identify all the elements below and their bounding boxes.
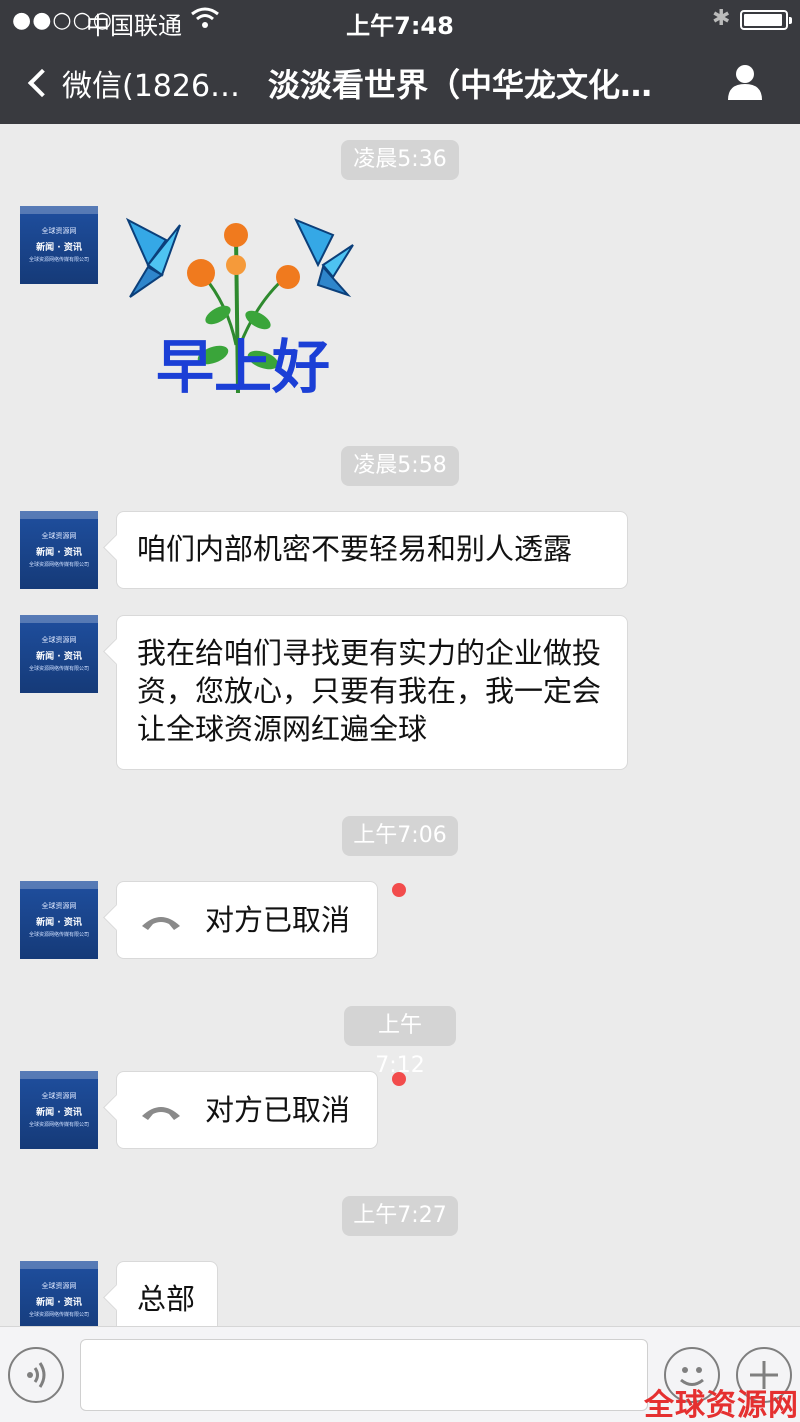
voice-icon	[27, 1362, 46, 1388]
avatar-text-3: 全球资源网络传媒有限公司	[28, 562, 89, 568]
message-bubble[interactable]: 咱们内部机密不要轻易和别人透露	[116, 511, 628, 589]
unread-dot	[392, 1072, 406, 1086]
avatar-text-3: 全球资源网络传媒有限公司	[28, 932, 89, 938]
sticker-text: 早上好	[156, 333, 330, 400]
avatar-text-2: 新闻 · 资讯	[36, 548, 82, 558]
avatar[interactable]: 全球资源网 新闻 · 资讯 全球资源网络传媒有限公司	[20, 1071, 98, 1149]
good-morning-sticker[interactable]: 早上好	[118, 205, 368, 400]
profile-icon[interactable]	[726, 64, 764, 100]
avatar-shine	[20, 511, 98, 519]
butterfly-left-icon	[125, 217, 181, 298]
top-bar: ●●○○○ 中国联通 上午7:48 ✱ 微信(1826… 淡淡看世界（中华龙文化…	[0, 0, 800, 124]
avatar-text-1: 全球资源网	[41, 636, 77, 644]
message-bubble[interactable]: 我在给咱们寻找更有实力的企业做投资，您放心，只要有我在，我一定会让全球资源网红遍…	[116, 615, 628, 770]
avatar-text-1: 全球资源网	[41, 227, 77, 235]
back-label: 微信(1826…	[62, 69, 241, 104]
message-text: 咱们内部机密不要轻易和别人透露	[137, 532, 573, 566]
avatar-text-1: 全球资源网	[41, 1092, 77, 1100]
call-status-text: 对方已取消	[205, 1093, 351, 1127]
timestamp: 上午7:27	[342, 1196, 458, 1236]
status-bar: ●●○○○ 中国联通 上午7:48 ✱	[0, 0, 800, 40]
phone-icon	[142, 1107, 180, 1120]
timestamp: 上午7:12	[344, 1006, 456, 1078]
call-bubble[interactable]: 对方已取消	[116, 881, 378, 959]
avatar-text-2: 新闻 · 资讯	[36, 652, 82, 662]
avatar-shine	[20, 1071, 98, 1079]
avatar-text-1: 全球资源网	[41, 902, 77, 910]
avatar-text-2: 新闻 · 资讯	[36, 1298, 82, 1308]
avatar-shine	[20, 881, 98, 889]
avatar-text-1: 全球资源网	[41, 1282, 77, 1290]
message-text: 我在给咱们寻找更有实力的企业做投资，您放心，只要有我在，我一定会让全球资源网红遍…	[137, 636, 602, 746]
message-text: 总部	[137, 1282, 196, 1316]
call-bubble[interactable]: 对方已取消	[116, 1071, 378, 1149]
avatar-text-2: 新闻 · 资讯	[36, 243, 82, 253]
timestamp: 凌晨5:36	[341, 140, 459, 180]
avatar-text-3: 全球资源网络传媒有限公司	[28, 666, 89, 672]
message-input[interactable]	[80, 1339, 648, 1411]
avatar[interactable]: 全球资源网 新闻 · 资讯 全球资源网络传媒有限公司	[20, 881, 98, 959]
timestamp: 凌晨5:58	[341, 446, 459, 486]
status-time: 上午7:48	[346, 12, 454, 40]
back-button[interactable]: 微信(1826…	[22, 58, 240, 108]
voice-input-button[interactable]	[8, 1347, 64, 1403]
timestamp: 上午7:06	[342, 816, 458, 856]
avatar-shine	[20, 206, 98, 214]
avatar-text-2: 新闻 · 资讯	[36, 918, 82, 928]
avatar[interactable]: 全球资源网 新闻 · 资讯 全球资源网络传媒有限公司	[20, 615, 98, 693]
avatar[interactable]: 全球资源网 新闻 · 资讯 全球资源网络传媒有限公司	[20, 206, 98, 284]
chevron-left-icon	[27, 68, 57, 98]
call-status-text: 对方已取消	[205, 903, 351, 937]
avatar-text-3: 全球资源网络传媒有限公司	[28, 257, 89, 263]
avatar-text-3: 全球资源网络传媒有限公司	[28, 1312, 89, 1318]
avatar-shine	[20, 1261, 98, 1269]
avatar-shine	[20, 615, 98, 623]
chat-title: 淡淡看世界（中华龙文化…	[268, 66, 653, 104]
butterfly-right-icon	[293, 218, 354, 298]
avatar[interactable]: 全球资源网 新闻 · 资讯 全球资源网络传媒有限公司	[20, 511, 98, 589]
avatar-text-1: 全球资源网	[41, 532, 77, 540]
bluetooth-icon: ✱	[712, 6, 731, 31]
watermark: 全球资源网	[644, 1388, 799, 1422]
avatar-text-3: 全球资源网络传媒有限公司	[28, 1122, 89, 1128]
avatar-text-2: 新闻 · 资讯	[36, 1108, 82, 1118]
phone-icon	[142, 917, 180, 930]
unread-dot	[392, 883, 406, 897]
battery-icon	[740, 10, 792, 30]
